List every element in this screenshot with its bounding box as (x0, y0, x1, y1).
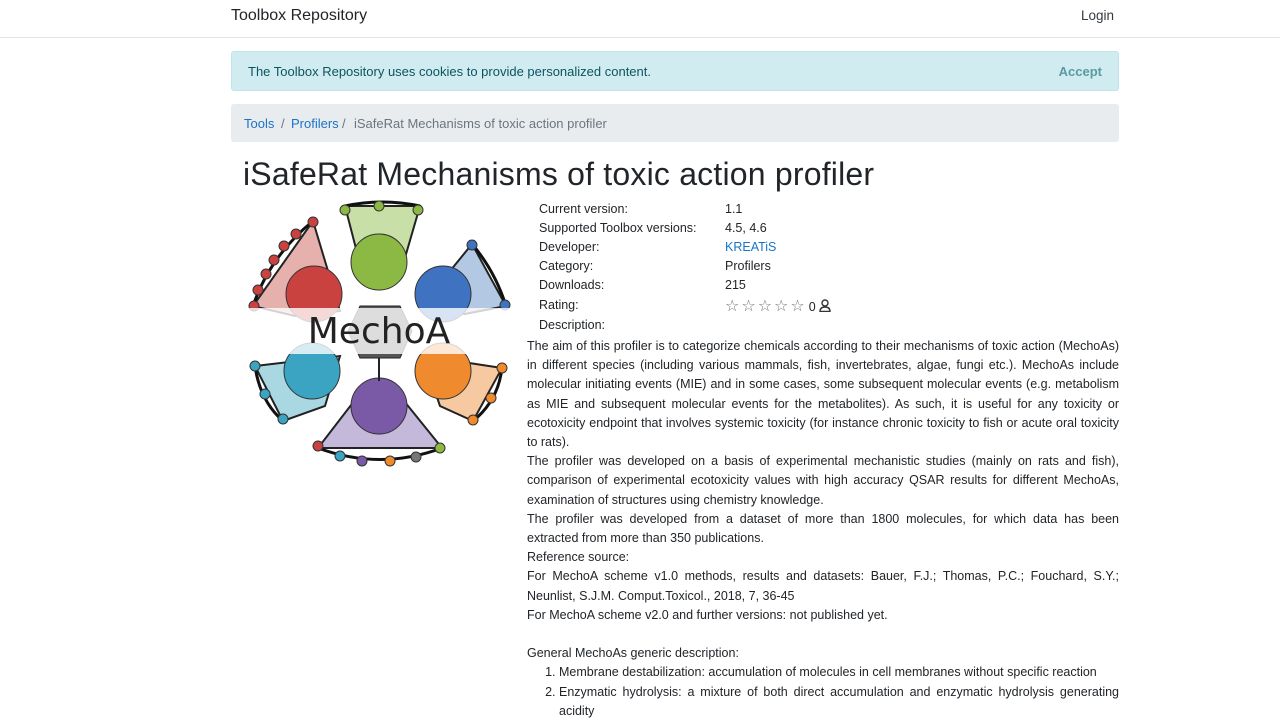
supported-versions-label: Supported Toolbox versions: (539, 221, 697, 235)
breadcrumb-tools[interactable]: Tools (244, 116, 274, 131)
reference-v1: For MechoA scheme v1.0 methods, results … (527, 569, 1119, 603)
description-label: Description: (539, 318, 605, 332)
reference-source-label: Reference source: (527, 550, 630, 565)
cookie-banner: The Toolbox Repository uses cookies to p… (231, 51, 1119, 91)
developer-link[interactable]: KREATiS (725, 240, 776, 254)
developer-label: Developer: (539, 240, 600, 254)
rating-stars: ☆☆☆☆☆ 0 (725, 296, 831, 316)
navbar: Toolbox Repository Login (0, 0, 1280, 38)
accept-button[interactable]: Accept (1059, 64, 1102, 79)
star-icon[interactable]: ☆ (774, 298, 790, 315)
description-paragraph: The profiler was developed from a datase… (527, 511, 1119, 546)
cookie-text: The Toolbox Repository uses cookies to p… (248, 64, 651, 79)
list-item: Membrane destabilization: accumulation o… (559, 663, 1119, 682)
logo-text: MechoA (308, 311, 451, 352)
downloads-label: Downloads: (539, 278, 605, 292)
star-icon[interactable]: ☆ (741, 298, 757, 315)
rating-label: Rating: (539, 298, 579, 312)
star-icon[interactable]: ☆ (725, 298, 741, 315)
breadcrumb: Tools / Profilers / iSafeRat Mechanisms … (231, 104, 1119, 142)
list-item: Enzymatic hydrolysis: a mixture of both … (559, 683, 1119, 720)
supported-versions-value: 4.5, 4.6 (725, 221, 767, 235)
category-label: Category: (539, 259, 594, 273)
star-icon[interactable]: ☆ (790, 298, 806, 315)
page-title: iSafeRat Mechanisms of toxic action prof… (243, 156, 875, 192)
category-value: Profilers (725, 259, 771, 273)
generic-description-heading: General MechoAs generic description: (527, 646, 739, 661)
star-icon[interactable]: ☆ (758, 298, 774, 315)
user-icon (818, 299, 831, 312)
description-body: The aim of this profiler is to categoriz… (527, 337, 1119, 720)
breadcrumb-separator: / (342, 116, 346, 131)
description-paragraph: The aim of this profiler is to categoriz… (527, 339, 1119, 450)
downloads-value: 215 (725, 278, 746, 292)
mechoa-logo: MechoA (240, 200, 520, 467)
current-version-label: Current version: (539, 202, 628, 216)
breadcrumb-current: iSafeRat Mechanisms of toxic action prof… (354, 116, 607, 131)
mechoa-list: Membrane destabilization: accumulation o… (559, 663, 1119, 720)
brand-title[interactable]: Toolbox Repository (231, 7, 367, 25)
breadcrumb-profilers[interactable]: Profilers (291, 116, 339, 131)
login-link[interactable]: Login (1081, 8, 1114, 23)
rating-count: 0 (808, 300, 816, 314)
current-version-value: 1.1 (725, 202, 743, 216)
breadcrumb-separator: / (281, 116, 285, 131)
description-paragraph: The profiler was developed on a basis of… (527, 454, 1119, 507)
reference-v2: For MechoA scheme v2.0 and further versi… (527, 607, 888, 622)
